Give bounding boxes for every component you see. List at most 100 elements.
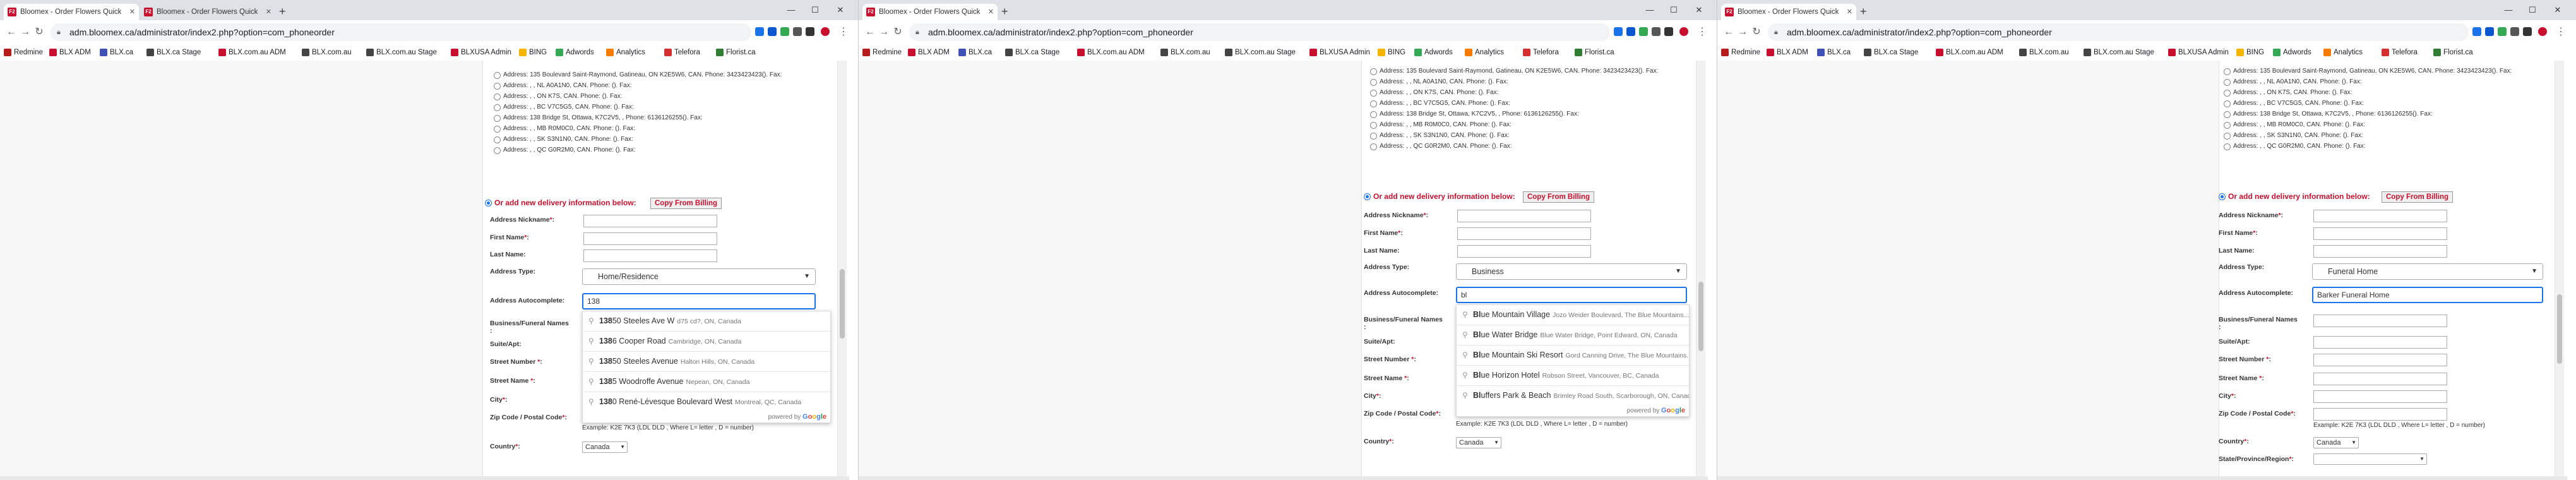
first-name-input[interactable] (583, 232, 717, 245)
radio-button[interactable] (2224, 100, 2231, 107)
street-number-input[interactable] (2313, 354, 2447, 366)
bookmark-item[interactable]: BLX.com.au (302, 47, 352, 57)
saved-address-option[interactable]: Address: , , SK S3N1N0, CAN. Phone: (). … (2224, 131, 2363, 140)
bookmark-item[interactable]: Redmine (862, 47, 902, 57)
radio-button[interactable] (494, 115, 501, 122)
menu-icon[interactable]: ⋮ (1696, 26, 1708, 39)
saved-address-option[interactable]: Address: , , NL A0A1N0, CAN. Phone: (). … (494, 81, 632, 90)
close-tab-icon[interactable]: ✕ (266, 4, 271, 20)
bookmark-item[interactable]: BLX.ca Stage (146, 47, 201, 57)
bookmark-item[interactable]: BLX.com.au Stage (2084, 47, 2154, 57)
address-autocomplete-input[interactable]: bl (1456, 287, 1687, 303)
page-scrollbar[interactable] (837, 61, 847, 480)
country-select[interactable]: Canada ▼ (582, 441, 628, 453)
back-icon[interactable]: ← (1722, 26, 1735, 39)
radio-button[interactable] (494, 93, 501, 100)
bookmark-item[interactable]: Telefora (1523, 47, 1559, 57)
address-nickname-input[interactable] (2313, 210, 2447, 222)
profile-avatar[interactable] (821, 27, 830, 36)
saved-address-option[interactable]: Address: , , NL A0A1N0, CAN. Phone: (). … (2224, 78, 2362, 87)
bookmark-item[interactable]: BLX.com.au ADM (1936, 47, 2003, 57)
radio-button[interactable] (1370, 122, 1377, 129)
page-scrollbar[interactable] (2555, 61, 2564, 480)
new-delivery-option[interactable]: Or add new delivery information below: (2219, 191, 2370, 202)
profile-avatar[interactable] (2538, 27, 2547, 36)
saved-address-option[interactable]: Address: , , SK S3N1N0, CAN. Phone: (). … (494, 135, 633, 144)
new-tab-icon[interactable]: + (1860, 4, 1867, 19)
bookmark-item[interactable]: Redmine (4, 47, 43, 57)
country-select[interactable]: Canada ▼ (1456, 437, 1501, 448)
saved-address-option[interactable]: Address: , , BC V7C5G5, CAN. Phone: (). … (2224, 99, 2364, 108)
saved-address-option[interactable]: Address: , , ON K7S, CAN. Phone: (). Fax… (494, 92, 622, 101)
extension-icon[interactable] (1652, 27, 1661, 36)
forward-icon[interactable]: → (1736, 26, 1749, 39)
browser-tab[interactable]: F2 Bloomex - Order Flowers Quick ✕ (140, 4, 275, 20)
horizontal-scrollbar[interactable] (859, 476, 1708, 480)
radio-button[interactable] (2224, 111, 2231, 118)
saved-address-option[interactable]: Address: 135 Boulevard Saint-Raymond, Ga… (494, 71, 782, 80)
radio-button[interactable] (1370, 133, 1377, 140)
radio-button[interactable] (2224, 79, 2231, 86)
scrollbar-thumb[interactable] (840, 269, 845, 339)
first-name-input[interactable] (1457, 227, 1591, 240)
bookmark-item[interactable]: BLX ADM (908, 47, 950, 57)
autocomplete-suggestion[interactable]: ⚲ 13850 Steeles Avenue Halton Hills, ON, C… (583, 351, 830, 371)
close-tab-icon[interactable]: ✕ (129, 4, 135, 20)
radio-button[interactable] (494, 72, 501, 79)
close-tab-icon[interactable]: ✕ (1847, 4, 1852, 20)
bookmark-item[interactable]: BLX.com.au (2019, 47, 2069, 57)
copy-from-billing-button[interactable]: Copy From Billing (2382, 191, 2454, 203)
new-delivery-option[interactable]: Or add new delivery information below: (1364, 191, 1515, 202)
new-tab-icon[interactable]: + (279, 4, 286, 19)
menu-icon[interactable]: ⋮ (837, 26, 850, 39)
bookmark-item[interactable]: BLX.ca (958, 47, 992, 57)
minimize-icon[interactable]: — (2499, 0, 2518, 20)
minimize-icon[interactable]: — (782, 0, 801, 20)
saved-address-option[interactable]: Address: , , NL A0A1N0, CAN. Phone: (). … (1370, 78, 1508, 87)
scrollbar-thumb[interactable] (1698, 282, 1703, 351)
autocomplete-suggestion[interactable]: ⚲ Bluffers Park & Beach Brimley Road South… (1457, 385, 1689, 405)
address-nickname-input[interactable] (1457, 210, 1591, 222)
radio-button[interactable] (1370, 79, 1377, 86)
radio-button[interactable] (1370, 68, 1377, 75)
extension-icon[interactable] (1626, 27, 1635, 36)
radio-button[interactable] (1370, 143, 1377, 150)
browser-tab[interactable]: F2 Bloomex - Order Flowers Quick ✕ (1721, 4, 1856, 20)
saved-address-option[interactable]: Address: , , QC G0R2M0, CAN. Phone: (). … (494, 146, 636, 155)
bookmark-item[interactable]: BLX.com.au ADM (218, 47, 286, 57)
close-tab-icon[interactable]: ✕ (988, 4, 994, 20)
bookmark-item[interactable]: BING (1378, 47, 1405, 57)
extension-icon[interactable] (2510, 27, 2519, 36)
radio-button[interactable] (2224, 90, 2231, 97)
extension-icon[interactable] (780, 27, 789, 36)
radio-button[interactable] (494, 147, 501, 154)
profile-avatar[interactable] (1679, 27, 1688, 36)
address-type-select[interactable]: Home/Residence ▼ (582, 268, 816, 285)
close-window-icon[interactable]: ✕ (1690, 0, 1708, 20)
bookmark-item[interactable]: BING (2236, 47, 2264, 57)
bookmark-item[interactable]: Florist.ca (716, 47, 756, 57)
address-bar[interactable]: 🔒︎ adm.bloomex.ca/administrator/index2.p… (51, 23, 751, 41)
maximize-icon[interactable]: ☐ (1664, 0, 1683, 20)
bookmark-item[interactable]: Analytics (606, 47, 645, 57)
saved-address-option[interactable]: Address: , , QC G0R2M0, CAN. Phone: (). … (1370, 142, 1512, 151)
last-name-input[interactable] (583, 249, 717, 262)
close-window-icon[interactable]: ✕ (831, 0, 850, 20)
extension-icon[interactable] (1639, 27, 1648, 36)
country-select[interactable]: Canada ▼ (2313, 437, 2359, 448)
radio-button[interactable] (2224, 68, 2231, 75)
autocomplete-suggestion[interactable]: ⚲ Blue Water Bridge Blue Water Bridge, Poi… (1457, 325, 1689, 345)
reload-icon[interactable]: ↻ (33, 26, 45, 39)
bookmark-item[interactable]: Analytics (2323, 47, 2363, 57)
saved-address-option[interactable]: Address: , , ON K7S, CAN. Phone: (). Fax… (1370, 88, 1498, 97)
bookmark-item[interactable]: BLX.com.au Stage (366, 47, 437, 57)
bookmark-item[interactable]: BLX.ca Stage (1864, 47, 1918, 57)
saved-address-option[interactable]: Address: , , MB R0M0C0, CAN. Phone: (). … (494, 124, 635, 133)
bookmark-item[interactable]: BLX.ca (1817, 47, 1851, 57)
forward-icon[interactable]: → (878, 26, 890, 39)
extension-icon[interactable] (2472, 27, 2481, 36)
extension-icon[interactable] (2498, 27, 2507, 36)
address-autocomplete-input[interactable]: 138 (582, 293, 816, 309)
autocomplete-suggestion[interactable]: ⚲ 1385 Woodroffe Avenue Nepean, ON, Canada (583, 371, 830, 392)
extension-icon[interactable] (755, 27, 764, 36)
